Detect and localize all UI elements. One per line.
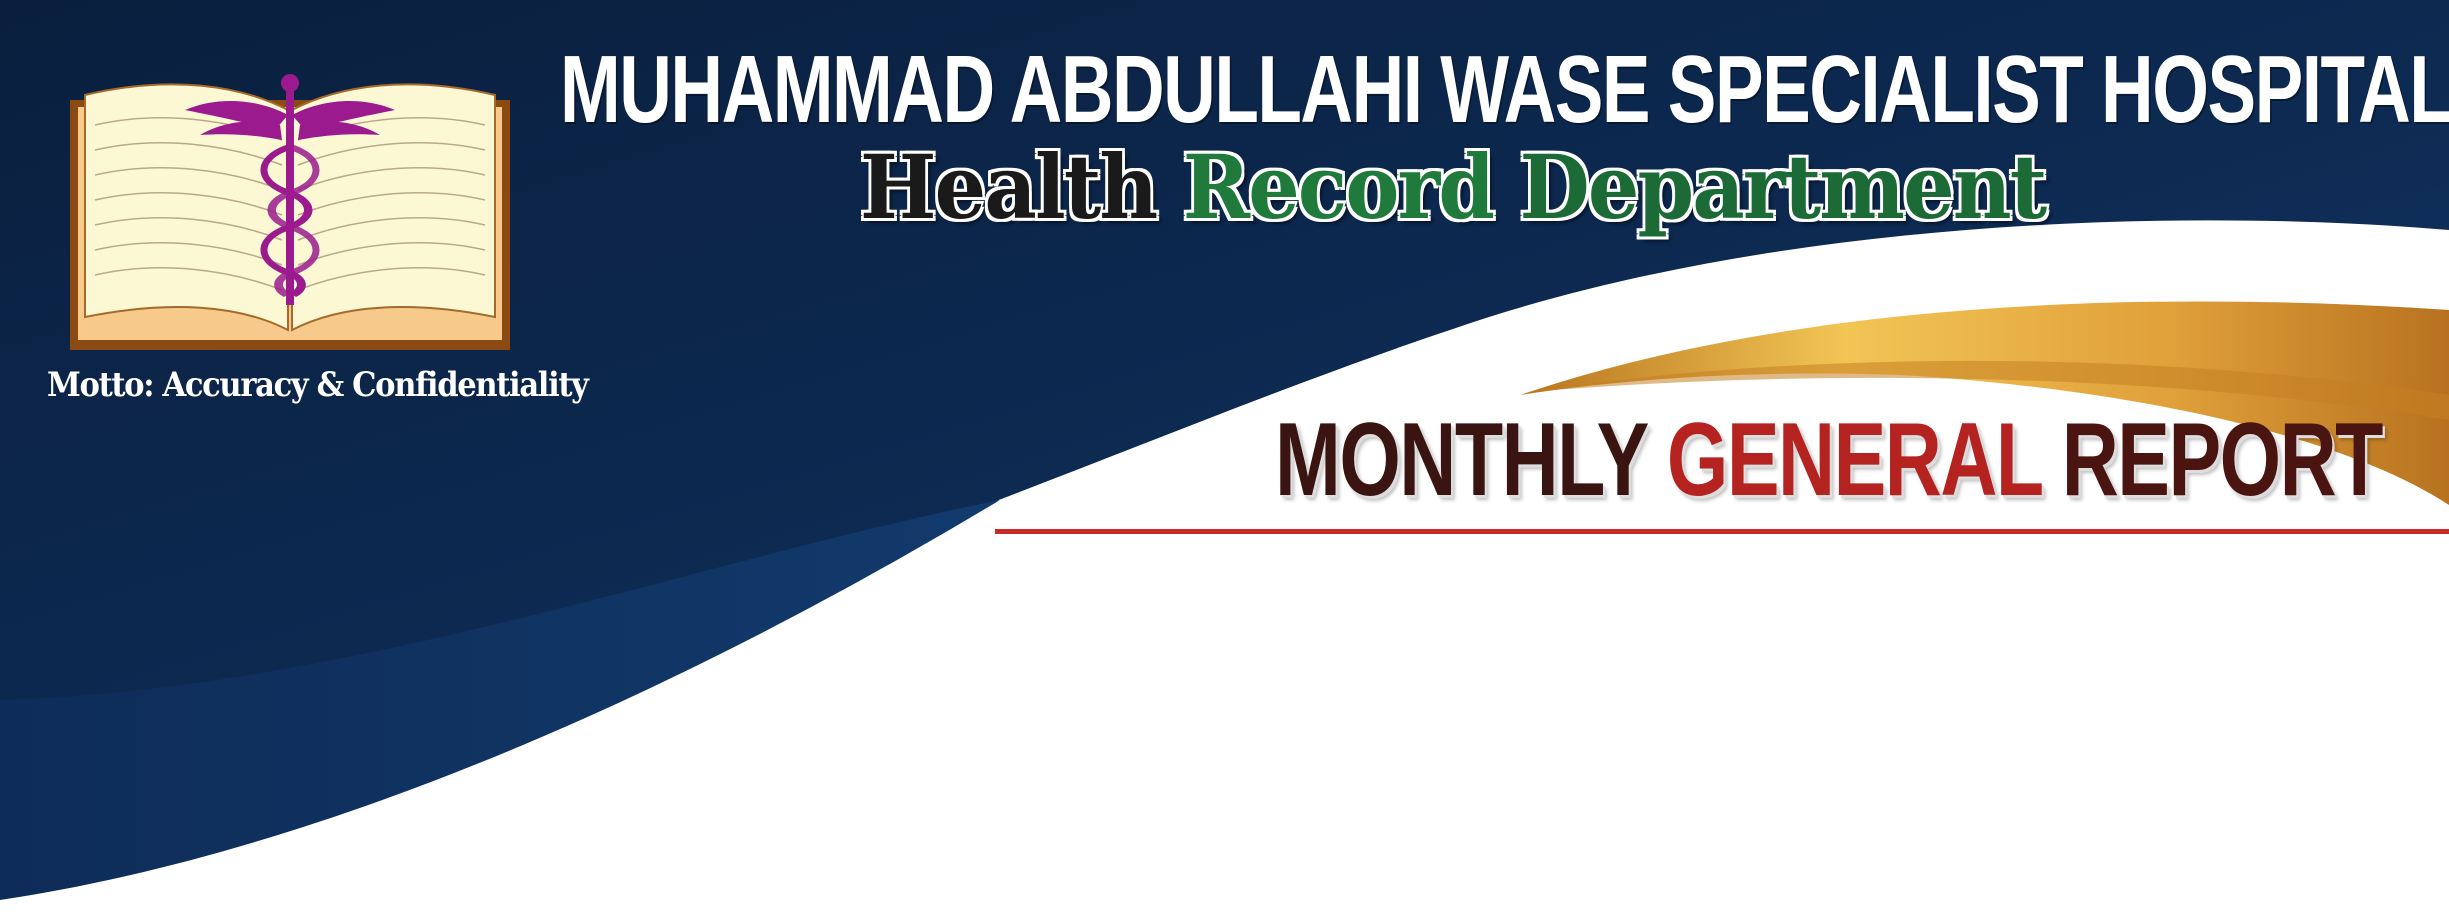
department-word-health: Health: [859, 134, 1160, 241]
report-word-monthly: MONTHLY: [1275, 402, 1648, 518]
caduceus-book-icon: [70, 74, 510, 350]
report-word-general: GENERAL: [1666, 402, 2043, 518]
motto-text: Motto: Accuracy & Confidentiality: [47, 365, 589, 405]
report-banner: Motto: Accuracy & Confidentiality MUHAMM…: [0, 0, 2449, 922]
department-word-record: Record: [1181, 134, 1496, 241]
department-word-department: Department: [1518, 134, 2048, 241]
department-title: Health Record Department: [859, 132, 2049, 242]
report-word-report: REPORT: [2061, 402, 2384, 518]
title-underline: [995, 529, 2449, 534]
report-title: MONTHLY GENERAL REPORT: [1275, 400, 2384, 520]
